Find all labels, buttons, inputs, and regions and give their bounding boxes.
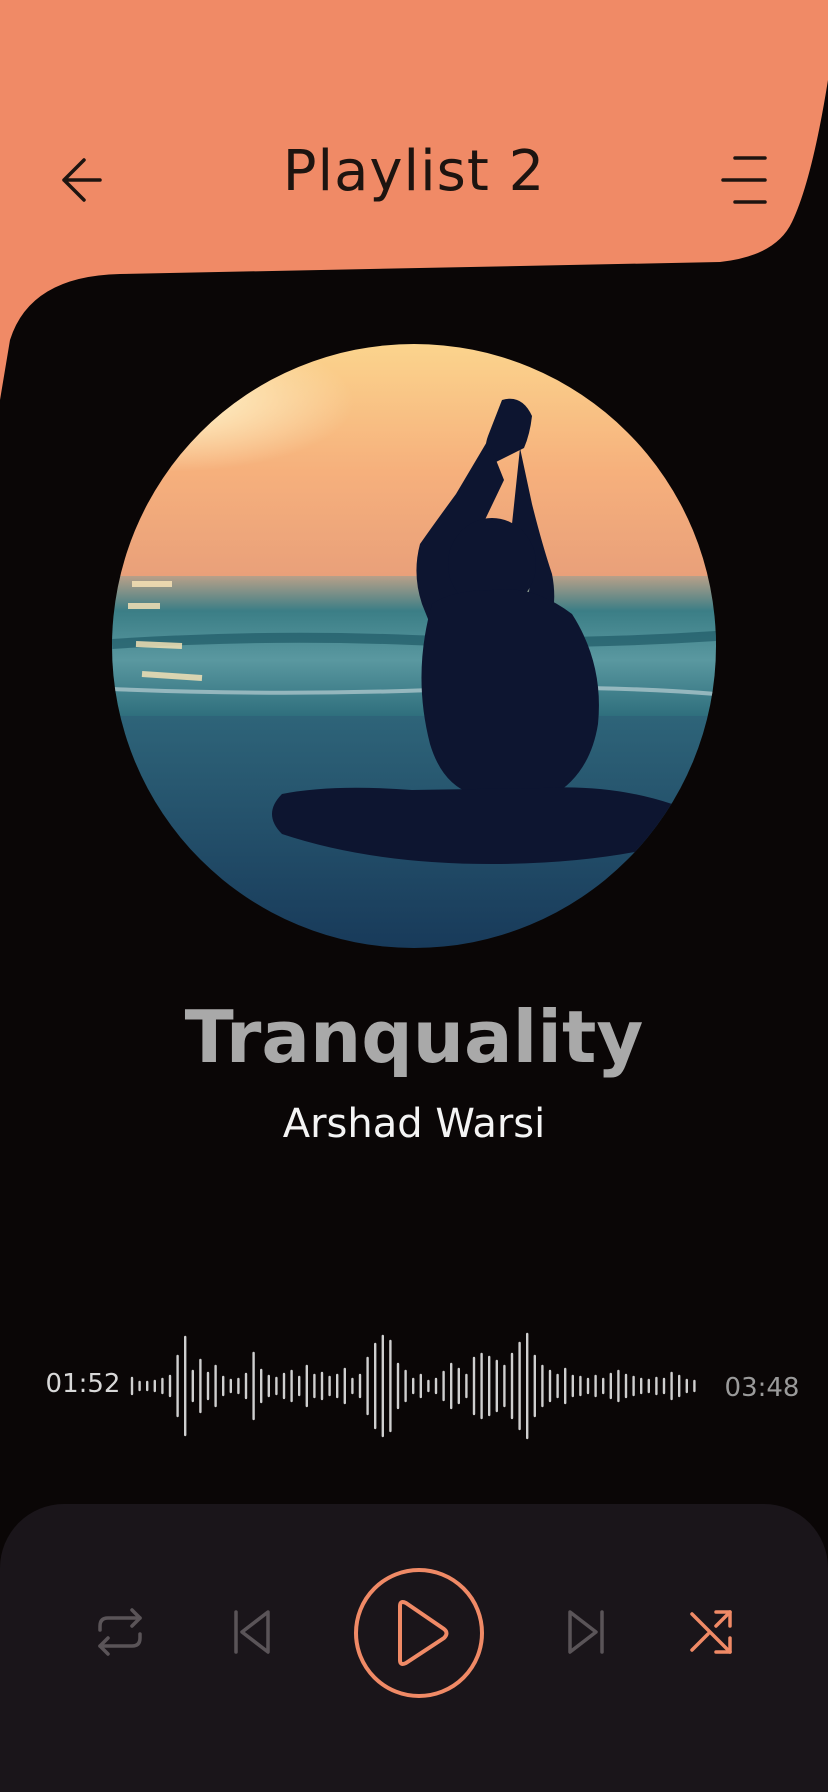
- track-title: Tranquality: [184, 995, 644, 1079]
- shuffle-icon: [690, 1610, 732, 1654]
- repeat-icon: [98, 1608, 142, 1656]
- back-button[interactable]: [48, 140, 112, 220]
- player-screen: Playlist 2 Tranquality Arshad Warsi 01:5…: [0, 0, 828, 1792]
- yoga-silhouette-image: [112, 344, 716, 948]
- page-title: Playlist 2: [282, 139, 546, 204]
- play-button[interactable]: [352, 1566, 486, 1700]
- time-elapsed: 01:52: [45, 1369, 121, 1399]
- menu-button[interactable]: [712, 140, 776, 220]
- previous-button[interactable]: [212, 1592, 292, 1672]
- play-icon: [354, 1568, 484, 1698]
- skip-next-icon: [568, 1610, 604, 1654]
- album-art: [112, 344, 716, 948]
- track-artist: Arshad Warsi: [282, 1101, 546, 1147]
- skip-previous-icon: [234, 1610, 270, 1654]
- time-total: 03:48: [724, 1373, 800, 1403]
- waveform-scrubber[interactable]: [128, 1326, 702, 1446]
- shuffle-button[interactable]: [672, 1592, 752, 1672]
- arrow-left-icon: [62, 158, 102, 202]
- next-button[interactable]: [546, 1592, 626, 1672]
- menu-lines-icon: [721, 156, 767, 204]
- repeat-button[interactable]: [80, 1592, 160, 1672]
